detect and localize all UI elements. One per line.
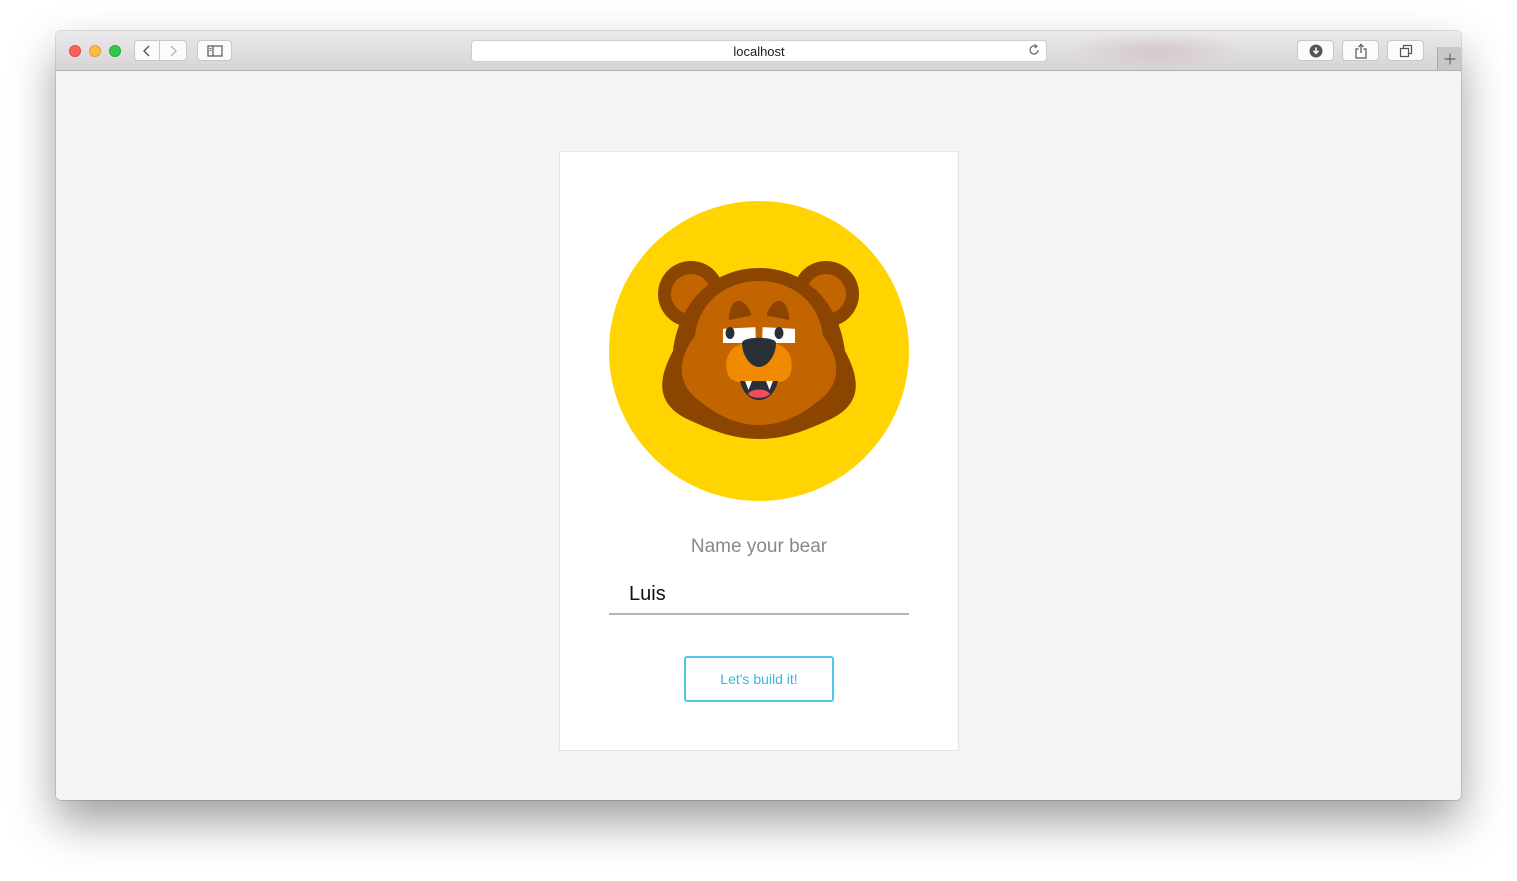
forward-button[interactable]	[160, 40, 187, 61]
show-tabs-button[interactable]	[1387, 40, 1424, 61]
address-text: localhost	[733, 44, 785, 59]
plus-icon	[1444, 53, 1455, 64]
bear-card: Name your bear Let's build it!	[559, 151, 959, 751]
reload-icon[interactable]	[1027, 43, 1041, 62]
page-content: Name your bear Let's build it!	[56, 71, 1461, 800]
address-bar[interactable]: localhost	[471, 40, 1047, 62]
chevron-left-icon	[143, 45, 150, 56]
download-icon	[1309, 44, 1322, 57]
name-prompt: Name your bear	[690, 536, 828, 557]
downloads-button[interactable]	[1297, 40, 1334, 61]
chevron-right-icon	[170, 45, 177, 56]
sidebar-icon	[206, 44, 223, 57]
tabs-icon	[1399, 44, 1412, 57]
sidebar-toggle-button[interactable]	[197, 40, 232, 61]
close-window-button[interactable]	[69, 45, 81, 57]
bear-name-input[interactable]	[609, 575, 909, 615]
share-button[interactable]	[1342, 40, 1379, 61]
browser-window: localhost Name your bear Luis Let's buil…	[56, 31, 1461, 800]
toolbar-blur	[1066, 31, 1246, 70]
zoom-window-button[interactable]	[109, 45, 121, 57]
browser-toolbar: localhost	[56, 31, 1461, 71]
bear-avatar	[609, 201, 909, 501]
minimize-window-button[interactable]	[89, 45, 101, 57]
new-tab-button[interactable]	[1437, 47, 1461, 70]
back-button[interactable]	[134, 40, 160, 61]
build-button[interactable]: Let's build it!	[684, 656, 834, 702]
share-icon	[1354, 43, 1367, 59]
right-pupil	[774, 327, 784, 339]
left-pupil	[725, 327, 735, 339]
